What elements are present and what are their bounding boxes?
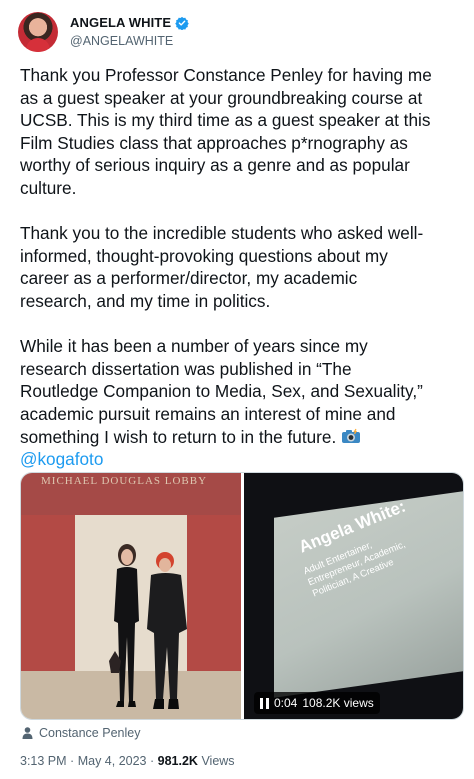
video-lecture[interactable]: Angela White: Adult Entertainer, Entrepr… xyxy=(244,473,463,719)
lobby-sign-text: MICHAEL DOUGLAS LOBBY xyxy=(41,475,208,487)
lobby-sign: MICHAEL DOUGLAS LOBBY xyxy=(21,473,241,515)
photo-lobby[interactable]: MICHAEL DOUGLAS LOBBY xyxy=(21,473,241,719)
tweet-text: Thank you Professor Constance Penley for… xyxy=(20,64,460,471)
red-wall-right xyxy=(187,515,241,675)
tweet-paragraph-1: Thank you Professor Constance Penley for… xyxy=(20,65,432,198)
media-grid: MICHAEL DOUGLAS LOBBY Angela White: Adul… xyxy=(20,472,464,720)
avatar[interactable] xyxy=(18,12,58,52)
verified-badge-icon xyxy=(175,16,189,30)
views-count: 981.2K xyxy=(157,754,198,768)
author-name-row: ANGELA WHITE xyxy=(70,15,189,30)
tweet-paragraph-2: Thank you to the incredible students who… xyxy=(20,223,424,311)
camera-with-flash-icon xyxy=(341,427,361,443)
mention-link[interactable]: @kogafoto xyxy=(20,448,460,471)
video-views: 108.2K views xyxy=(302,696,374,710)
tagged-user[interactable]: Constance Penley xyxy=(22,726,140,740)
pause-icon[interactable] xyxy=(260,697,269,709)
red-wall-left xyxy=(21,515,75,675)
video-time: 0:04 xyxy=(274,696,298,710)
meta-separator-2: · xyxy=(149,754,155,768)
tweet-header: ANGELA WHITE @ANGELAWHITE xyxy=(18,12,458,56)
tweet-time[interactable]: 3:13 PM xyxy=(20,754,67,768)
views-label: Views xyxy=(201,754,235,768)
person-icon xyxy=(22,727,33,739)
person-figure-left xyxy=(109,544,139,707)
tweet-date[interactable]: May 4, 2023 xyxy=(78,754,147,768)
tweet-paragraph-3-text: While it has been a number of years sinc… xyxy=(20,336,423,447)
tweet-meta: 3:13 PM · May 4, 2023 · 981.2K Views xyxy=(20,754,235,768)
tweet-paragraph-3: While it has been a number of years sinc… xyxy=(20,335,460,471)
meta-separator-1: · xyxy=(70,754,75,768)
person-figure-right xyxy=(147,552,187,709)
video-status-badge[interactable]: 0:04 108.2K views xyxy=(254,692,380,714)
tagged-name: Constance Penley xyxy=(39,726,141,740)
author-handle[interactable]: @ANGELAWHITE xyxy=(70,34,173,48)
author-name[interactable]: ANGELA WHITE xyxy=(70,15,171,30)
